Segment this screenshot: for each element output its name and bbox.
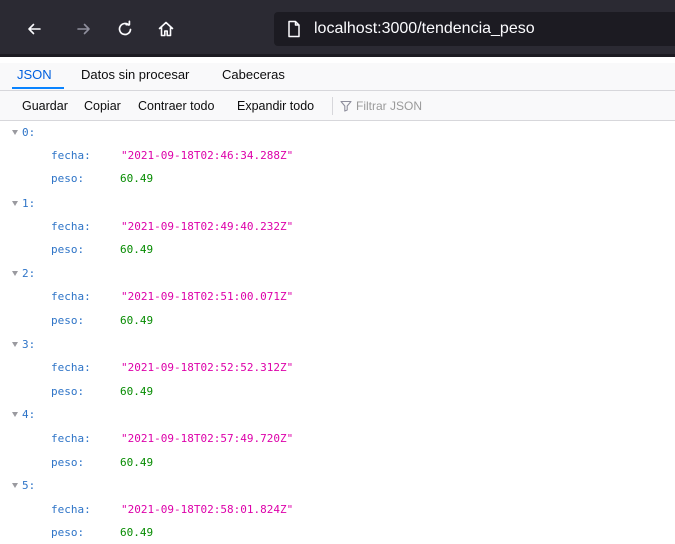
value-fecha: "2021-09-18T02:52:52.312Z" bbox=[121, 361, 294, 374]
value-fecha: "2021-09-18T02:58:01.824Z" bbox=[121, 503, 294, 516]
active-tab-indicator bbox=[12, 87, 64, 89]
key-peso: peso: bbox=[51, 172, 85, 185]
key-fecha: fecha: bbox=[51, 432, 91, 445]
reload-button[interactable] bbox=[113, 17, 137, 41]
tree-row-record[interactable]: 0: bbox=[0, 121, 675, 144]
viewer-tab-bar: JSON Datos sin procesar Cabeceras bbox=[0, 63, 675, 91]
record-index: 0: bbox=[22, 126, 36, 139]
tree-row-fecha: fecha: "2021-09-18T02:46:34.288Z" bbox=[0, 144, 675, 167]
record-index: 3: bbox=[22, 338, 36, 351]
arrow-left-icon bbox=[26, 21, 42, 37]
key-fecha: fecha: bbox=[51, 149, 91, 162]
browser-toolbar: localhost:3000/tendencia_peso bbox=[0, 0, 675, 57]
value-peso: 60.49 bbox=[120, 172, 154, 185]
expand-toggle-icon[interactable] bbox=[12, 483, 18, 488]
tree-row-fecha: fecha: "2021-09-18T02:49:40.232Z" bbox=[0, 215, 675, 238]
value-fecha: "2021-09-18T02:49:40.232Z" bbox=[121, 220, 294, 233]
tree-row-fecha: fecha: "2021-09-18T02:51:00.071Z" bbox=[0, 285, 675, 308]
save-button[interactable]: Guardar bbox=[22, 98, 68, 114]
json-tree: 0: fecha: "2021-09-18T02:46:34.288Z" pes… bbox=[0, 121, 675, 544]
url-bar[interactable]: localhost:3000/tendencia_peso bbox=[274, 12, 675, 46]
tree-row-fecha: fecha: "2021-09-18T02:52:52.312Z" bbox=[0, 356, 675, 379]
page-icon bbox=[286, 20, 302, 42]
value-peso: 60.49 bbox=[120, 526, 154, 539]
expand-toggle-icon[interactable] bbox=[12, 342, 18, 347]
value-peso: 60.49 bbox=[120, 243, 154, 256]
reload-icon bbox=[116, 20, 134, 38]
tree-row-record[interactable]: 3: bbox=[0, 333, 675, 356]
expand-toggle-icon[interactable] bbox=[12, 271, 18, 276]
record-index: 4: bbox=[22, 408, 36, 421]
home-button[interactable] bbox=[154, 17, 178, 41]
url-text: localhost:3000/tendencia_peso bbox=[314, 20, 535, 37]
record-index: 5: bbox=[22, 479, 36, 492]
tree-row-peso: peso: 60.49 bbox=[0, 238, 675, 261]
tree-row-record[interactable]: 5: bbox=[0, 474, 675, 497]
tree-row-peso: peso: 60.49 bbox=[0, 309, 675, 332]
filter-icon bbox=[340, 100, 356, 112]
key-fecha: fecha: bbox=[51, 503, 91, 516]
expand-toggle-icon[interactable] bbox=[12, 412, 18, 417]
tree-row-peso: peso: 60.49 bbox=[0, 451, 675, 474]
value-peso: 60.49 bbox=[120, 456, 154, 469]
expand-toggle-icon[interactable] bbox=[12, 201, 18, 206]
tree-row-peso: peso: 60.49 bbox=[0, 167, 675, 190]
expand-all-button[interactable]: Expandir todo bbox=[237, 98, 314, 114]
collapse-all-button[interactable]: Contraer todo bbox=[138, 98, 214, 114]
home-icon bbox=[157, 20, 175, 38]
tree-row-record[interactable]: 4: bbox=[0, 403, 675, 426]
value-peso: 60.49 bbox=[120, 385, 154, 398]
key-fecha: fecha: bbox=[51, 290, 91, 303]
key-fecha: fecha: bbox=[51, 361, 91, 374]
value-peso: 60.49 bbox=[120, 314, 154, 327]
key-peso: peso: bbox=[51, 456, 85, 469]
record-index: 1: bbox=[22, 197, 36, 210]
filter-json-input[interactable] bbox=[356, 99, 506, 113]
tab-json[interactable]: JSON bbox=[17, 67, 52, 83]
key-peso: peso: bbox=[51, 385, 85, 398]
value-fecha: "2021-09-18T02:46:34.288Z" bbox=[121, 149, 294, 162]
key-peso: peso: bbox=[51, 526, 85, 539]
toolbar-divider bbox=[332, 97, 333, 115]
expand-toggle-icon[interactable] bbox=[12, 130, 18, 135]
tree-row-fecha: fecha: "2021-09-18T02:57:49.720Z" bbox=[0, 427, 675, 450]
arrow-right-icon bbox=[76, 21, 92, 37]
key-peso: peso: bbox=[51, 243, 85, 256]
copy-button[interactable]: Copiar bbox=[84, 98, 121, 114]
forward-button[interactable] bbox=[72, 17, 96, 41]
tree-row-fecha: fecha: "2021-09-18T02:58:01.824Z" bbox=[0, 498, 675, 521]
back-button[interactable] bbox=[22, 17, 46, 41]
tree-row-record[interactable]: 1: bbox=[0, 192, 675, 215]
tab-raw-data[interactable]: Datos sin procesar bbox=[81, 67, 189, 83]
key-fecha: fecha: bbox=[51, 220, 91, 233]
filter-json[interactable] bbox=[340, 98, 506, 114]
value-fecha: "2021-09-18T02:51:00.071Z" bbox=[121, 290, 294, 303]
record-index: 2: bbox=[22, 267, 36, 280]
tree-row-peso: peso: 60.49 bbox=[0, 521, 675, 544]
tree-row-peso: peso: 60.49 bbox=[0, 380, 675, 403]
viewer-toolbar: Guardar Copiar Contraer todo Expandir to… bbox=[0, 91, 675, 121]
tree-row-record[interactable]: 2: bbox=[0, 262, 675, 285]
value-fecha: "2021-09-18T02:57:49.720Z" bbox=[121, 432, 294, 445]
tab-headers[interactable]: Cabeceras bbox=[222, 67, 285, 83]
key-peso: peso: bbox=[51, 314, 85, 327]
